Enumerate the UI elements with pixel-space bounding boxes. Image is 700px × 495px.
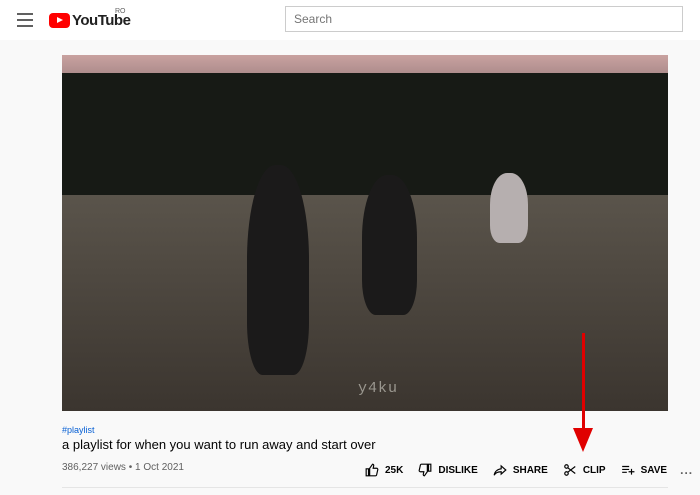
running-person — [490, 173, 528, 243]
search-input[interactable] — [285, 6, 683, 32]
dislike-button[interactable]: DISLIKE — [418, 463, 478, 477]
dislike-label: DISLIKE — [438, 464, 478, 476]
video-player[interactable]: y4ku — [62, 55, 668, 411]
share-button[interactable]: SHARE — [493, 463, 548, 477]
dislike-icon — [418, 463, 432, 477]
menu-icon[interactable] — [17, 13, 33, 27]
like-count: 25K — [385, 464, 404, 476]
video-watermark: y4ku — [358, 380, 399, 397]
scissors-icon — [563, 464, 576, 476]
clip-button[interactable]: CLIP — [563, 463, 606, 477]
top-bar: YouTube RO — [0, 0, 700, 40]
video-title: a playlist for when you want to run away… — [62, 437, 376, 452]
save-button[interactable]: SAVE — [621, 463, 668, 477]
running-person — [247, 165, 309, 375]
meta-separator: • — [128, 462, 133, 473]
share-label: SHARE — [512, 464, 548, 476]
running-person — [362, 175, 417, 315]
annotation-arrow-head — [573, 428, 593, 452]
more-icon[interactable]: ... — [680, 463, 693, 477]
region-code: RO — [115, 8, 126, 15]
annotation-arrow-shaft — [582, 333, 585, 429]
save-playlist-icon — [621, 465, 635, 475]
video-meta: 386,227 views • 1 Oct 2021 — [62, 462, 184, 473]
share-icon — [493, 464, 507, 476]
hashtag-link[interactable]: #playlist — [62, 425, 95, 435]
upload-date: 1 Oct 2021 — [135, 462, 184, 473]
save-label: SAVE — [640, 464, 668, 476]
divider — [62, 487, 668, 488]
like-button[interactable]: 25K — [365, 463, 403, 477]
video-actions: 25K DISLIKE SHARE CLIP SAVE ... — [365, 458, 693, 482]
clip-label: CLIP — [582, 464, 606, 476]
play-logo-icon — [49, 12, 70, 28]
like-icon — [365, 463, 379, 477]
view-count: 386,227 views — [62, 462, 126, 473]
